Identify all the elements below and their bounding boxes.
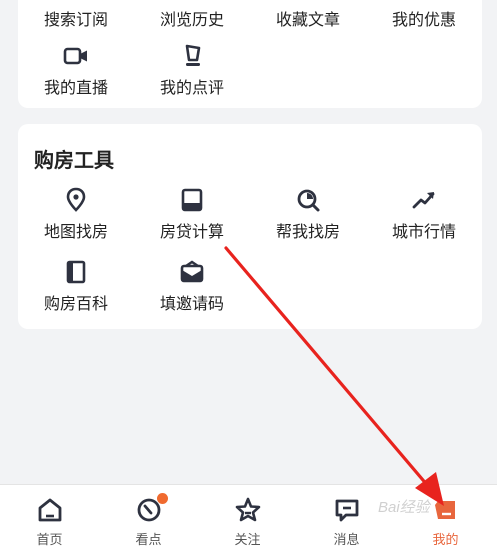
tab-label: 关注 (234, 532, 261, 547)
grid-item-search-subscription[interactable]: 搜索订阅 (18, 2, 134, 30)
tab-messages[interactable]: 消息 (297, 485, 396, 551)
grid-item-label: 浏览历史 (159, 12, 224, 29)
watermark: Bai经验 (378, 499, 430, 516)
tab-label: 消息 (333, 532, 360, 547)
grid-item-label: 我的点评 (159, 80, 224, 97)
calculator-icon (181, 188, 203, 212)
home-icon (38, 498, 61, 522)
grid-item-label: 收藏文章 (275, 12, 340, 29)
tool-mortgage-calculator[interactable]: 房贷计算 (134, 186, 250, 242)
grid-item-label: 搜索订阅 (43, 12, 108, 29)
tool-label: 购房百科 (43, 296, 108, 313)
video-camera-icon (63, 47, 87, 65)
grid-item-browse-history[interactable]: 浏览历史 (134, 2, 250, 30)
tab-label: 首页 (36, 532, 63, 547)
tool-map-search[interactable]: 地图找房 (18, 186, 134, 242)
star-icon (235, 497, 260, 522)
tool-label: 地图找房 (43, 224, 108, 241)
tab-label: 看点 (135, 532, 162, 547)
tab-label: 我的 (432, 532, 459, 547)
tool-invite-code[interactable]: 填邀请码 (134, 258, 250, 314)
tab-home[interactable]: 首页 (0, 485, 99, 551)
my-services-card: 搜索订阅 浏览历史 收藏文章 我的优惠 我的直播 我的点评 (18, 0, 482, 108)
book-icon (66, 260, 86, 284)
grid-item-my-coupons[interactable]: 我的优惠 (366, 2, 482, 30)
bottom-tab-bar: 首页 看点 关注 消息 我的 (0, 484, 497, 551)
tool-label: 填邀请码 (159, 296, 224, 313)
envelope-icon (180, 260, 204, 283)
tool-purchase-encyclopedia[interactable]: 购房百科 (18, 258, 134, 314)
review-pen-icon (185, 44, 201, 66)
grid-item-my-reviews[interactable]: 我的点评 (134, 42, 250, 98)
tab-follow[interactable]: 关注 (198, 485, 297, 551)
profile-icon (434, 501, 455, 519)
tab-mine[interactable]: 我的 (396, 485, 495, 551)
grid-item-my-live[interactable]: 我的直播 (18, 42, 134, 98)
map-pin-icon (66, 187, 86, 212)
tool-label: 城市行情 (391, 224, 456, 241)
section-title: 购房工具 (34, 150, 114, 172)
tool-help-find-house[interactable]: 帮我找房 (250, 186, 366, 242)
grid-item-label: 我的优惠 (391, 12, 456, 29)
purchase-tools-card: 购房工具 地图找房 房贷计算 帮我找房 城市行情 购房百科 填邀请码 (18, 124, 482, 329)
search-icon (297, 189, 320, 212)
grid-item-label: 我的直播 (43, 80, 108, 97)
tool-city-market[interactable]: 城市行情 (366, 186, 482, 242)
grid-item-saved-articles[interactable]: 收藏文章 (250, 2, 366, 30)
notification-dot (157, 493, 168, 504)
trend-chart-icon (412, 192, 435, 209)
message-icon (335, 499, 358, 522)
tool-label: 房贷计算 (159, 224, 224, 241)
tool-label: 帮我找房 (275, 224, 340, 241)
tab-highlights[interactable]: 看点 (99, 485, 198, 551)
